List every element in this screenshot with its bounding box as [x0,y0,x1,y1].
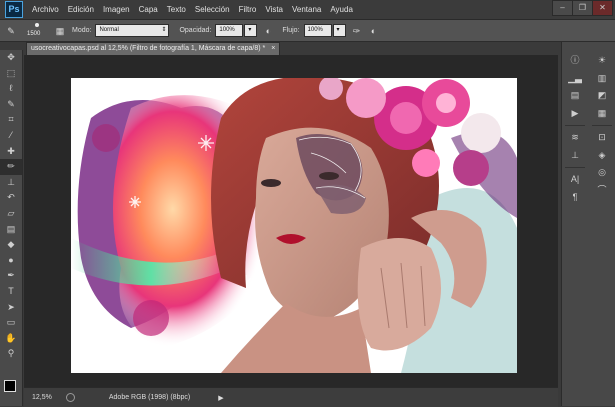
hand-icon[interactable]: ✋ [0,331,22,347]
menu-capa[interactable]: Capa [139,5,158,14]
portrait-artwork [71,78,517,373]
menu-imagen[interactable]: Imagen [103,5,130,14]
eraser-icon[interactable]: ▱ [0,206,22,222]
navigator-icon[interactable]: ⊡ [590,129,614,147]
layers-icon[interactable]: ◈ [590,147,614,165]
tools-panel: ✥ ⬚ ℓ ✎ ⌗ ⁄ ✚ ✏ ⊥ ↶ ▱ ▤ ◆ ● ✒ T ➤ ▭ ✋ ⚲ [0,50,23,406]
crop-icon[interactable]: ⌗ [0,112,22,128]
color-icon[interactable]: ◩ [590,87,614,105]
histogram-icon[interactable]: ▁▃ [563,70,587,88]
history-brush-icon[interactable]: ↶ [0,190,22,206]
paragraph-icon[interactable]: ¶ [563,189,587,207]
zoom-level[interactable]: 12,5% [32,394,52,401]
close-tab-icon[interactable]: × [271,45,275,52]
quick-select-icon[interactable]: ✎ [0,97,22,113]
pressure-opacity-icon[interactable]: ◐ [262,25,274,37]
chevron-down-icon: ⇕ [161,27,167,33]
flow-dropdown[interactable]: ▾ [332,24,346,37]
path-select-icon[interactable]: ➤ [0,300,22,316]
dock-divider [565,167,585,168]
brush-panel-icon[interactable]: ▦ [54,25,66,37]
menu-edicion[interactable]: Edición [68,5,94,14]
options-bar: ✎ 1500 ▦ Modo: Normal ⇕ Opacidad: 100% ▾… [0,20,615,42]
lasso-icon[interactable]: ℓ [0,81,22,97]
paths-icon[interactable]: ⌒ [590,182,614,200]
dock-divider [565,125,585,126]
menu-archivo[interactable]: Archivo [32,5,59,14]
close-button[interactable]: ✕ [592,0,613,16]
brush-tip-icon [35,22,39,27]
dodge-icon[interactable]: ● [0,253,22,269]
dock-column-right: ☀ ▥ ◩ ▦ ⊡ ◈ ◎ ⌒ [590,52,614,199]
menu-seleccion[interactable]: Selección [195,5,230,14]
healing-icon[interactable]: ✚ [0,144,22,160]
opacity-dropdown[interactable]: ▾ [244,24,258,37]
actions-icon[interactable]: ▶ [563,105,587,123]
type-icon[interactable]: T [0,284,22,300]
info-icon[interactable]: ⓘ [563,52,587,70]
airbrush-icon[interactable]: ✑ [351,25,363,37]
layers-comps-icon[interactable]: ▤ [563,87,587,105]
character-icon[interactable]: A| [563,171,587,189]
eyedropper-icon[interactable]: ⁄ [0,128,22,144]
color-profile: Adobe RGB (1998) (8bpc) [108,394,191,401]
document-tab[interactable]: usocreativocapas.psd al 12,5% (Filtro de… [26,42,280,55]
gradient-icon[interactable]: ▤ [0,222,22,238]
status-info-icon[interactable] [65,393,75,402]
dock-column-left: ⓘ ▁▃ ▤ ▶ ≋ ⊥ A| ¶ [563,52,587,206]
marquee-icon[interactable]: ⬚ [0,66,22,82]
menu-ventana[interactable]: Ventana [292,5,321,14]
document-image[interactable] [71,78,517,373]
opacity-label: Opacidad: [179,27,212,34]
menu-texto[interactable]: Texto [167,5,186,14]
pen-icon[interactable]: ✒ [0,268,22,284]
shape-icon[interactable]: ▭ [0,315,22,331]
brush-tool-preset-icon[interactable]: ✎ [5,25,17,37]
document-title: usocreativocapas.psd al 12,5% (Filtro de… [31,45,266,52]
pressure-size-icon[interactable]: ◐ [368,25,380,37]
minimize-button[interactable]: – [552,0,573,16]
menu-bar: Ps Archivo Edición Imagen Capa Texto Sel… [0,0,615,20]
adjustments-icon[interactable]: ☀ [590,52,614,70]
restore-button[interactable]: ❐ [572,0,593,16]
status-menu-arrow[interactable]: ▶ [218,394,223,402]
brush-presets-icon[interactable]: ≋ [563,129,587,147]
brush-icon[interactable]: ✏ [0,159,22,175]
status-bar: 12,5% Adobe RGB (1998) (8bpc) ▶ [24,387,558,407]
mode-label: Modo: [72,27,92,34]
brush-size-picker[interactable]: 1500 [27,22,49,40]
channels-icon[interactable]: ◎ [590,164,614,182]
menu-ayuda[interactable]: Ayuda [330,5,353,14]
mode-value: Normal [99,27,119,33]
opacity-input[interactable]: 100% [215,24,244,37]
zoom-icon[interactable]: ⚲ [0,346,22,362]
move-icon[interactable]: ✥ [0,50,22,66]
clone-source-icon[interactable]: ⊥ [563,147,587,165]
blur-icon[interactable]: ◆ [0,237,22,253]
brush-size-value: 1500 [27,30,41,37]
styles-icon[interactable]: ▥ [590,70,614,88]
flow-label: Flujo: [282,27,300,34]
menu-vista[interactable]: Vista [265,5,283,14]
photoshop-logo: Ps [5,1,23,18]
color-swatches[interactable] [4,380,24,400]
mode-select[interactable]: Normal ⇕ [95,24,170,37]
clone-stamp-icon[interactable]: ⊥ [0,175,22,191]
foreground-color[interactable] [4,380,16,392]
panel-dock: ⓘ ▁▃ ▤ ▶ ≋ ⊥ A| ¶ ☀ ▥ ◩ ▦ ⊡ ◈ ◎ ⌒ [561,42,615,406]
flow-input[interactable]: 100% [303,24,332,37]
swatches-icon[interactable]: ▦ [590,105,614,123]
dock-divider [592,125,612,126]
menu-filtro[interactable]: Filtro [239,5,257,14]
